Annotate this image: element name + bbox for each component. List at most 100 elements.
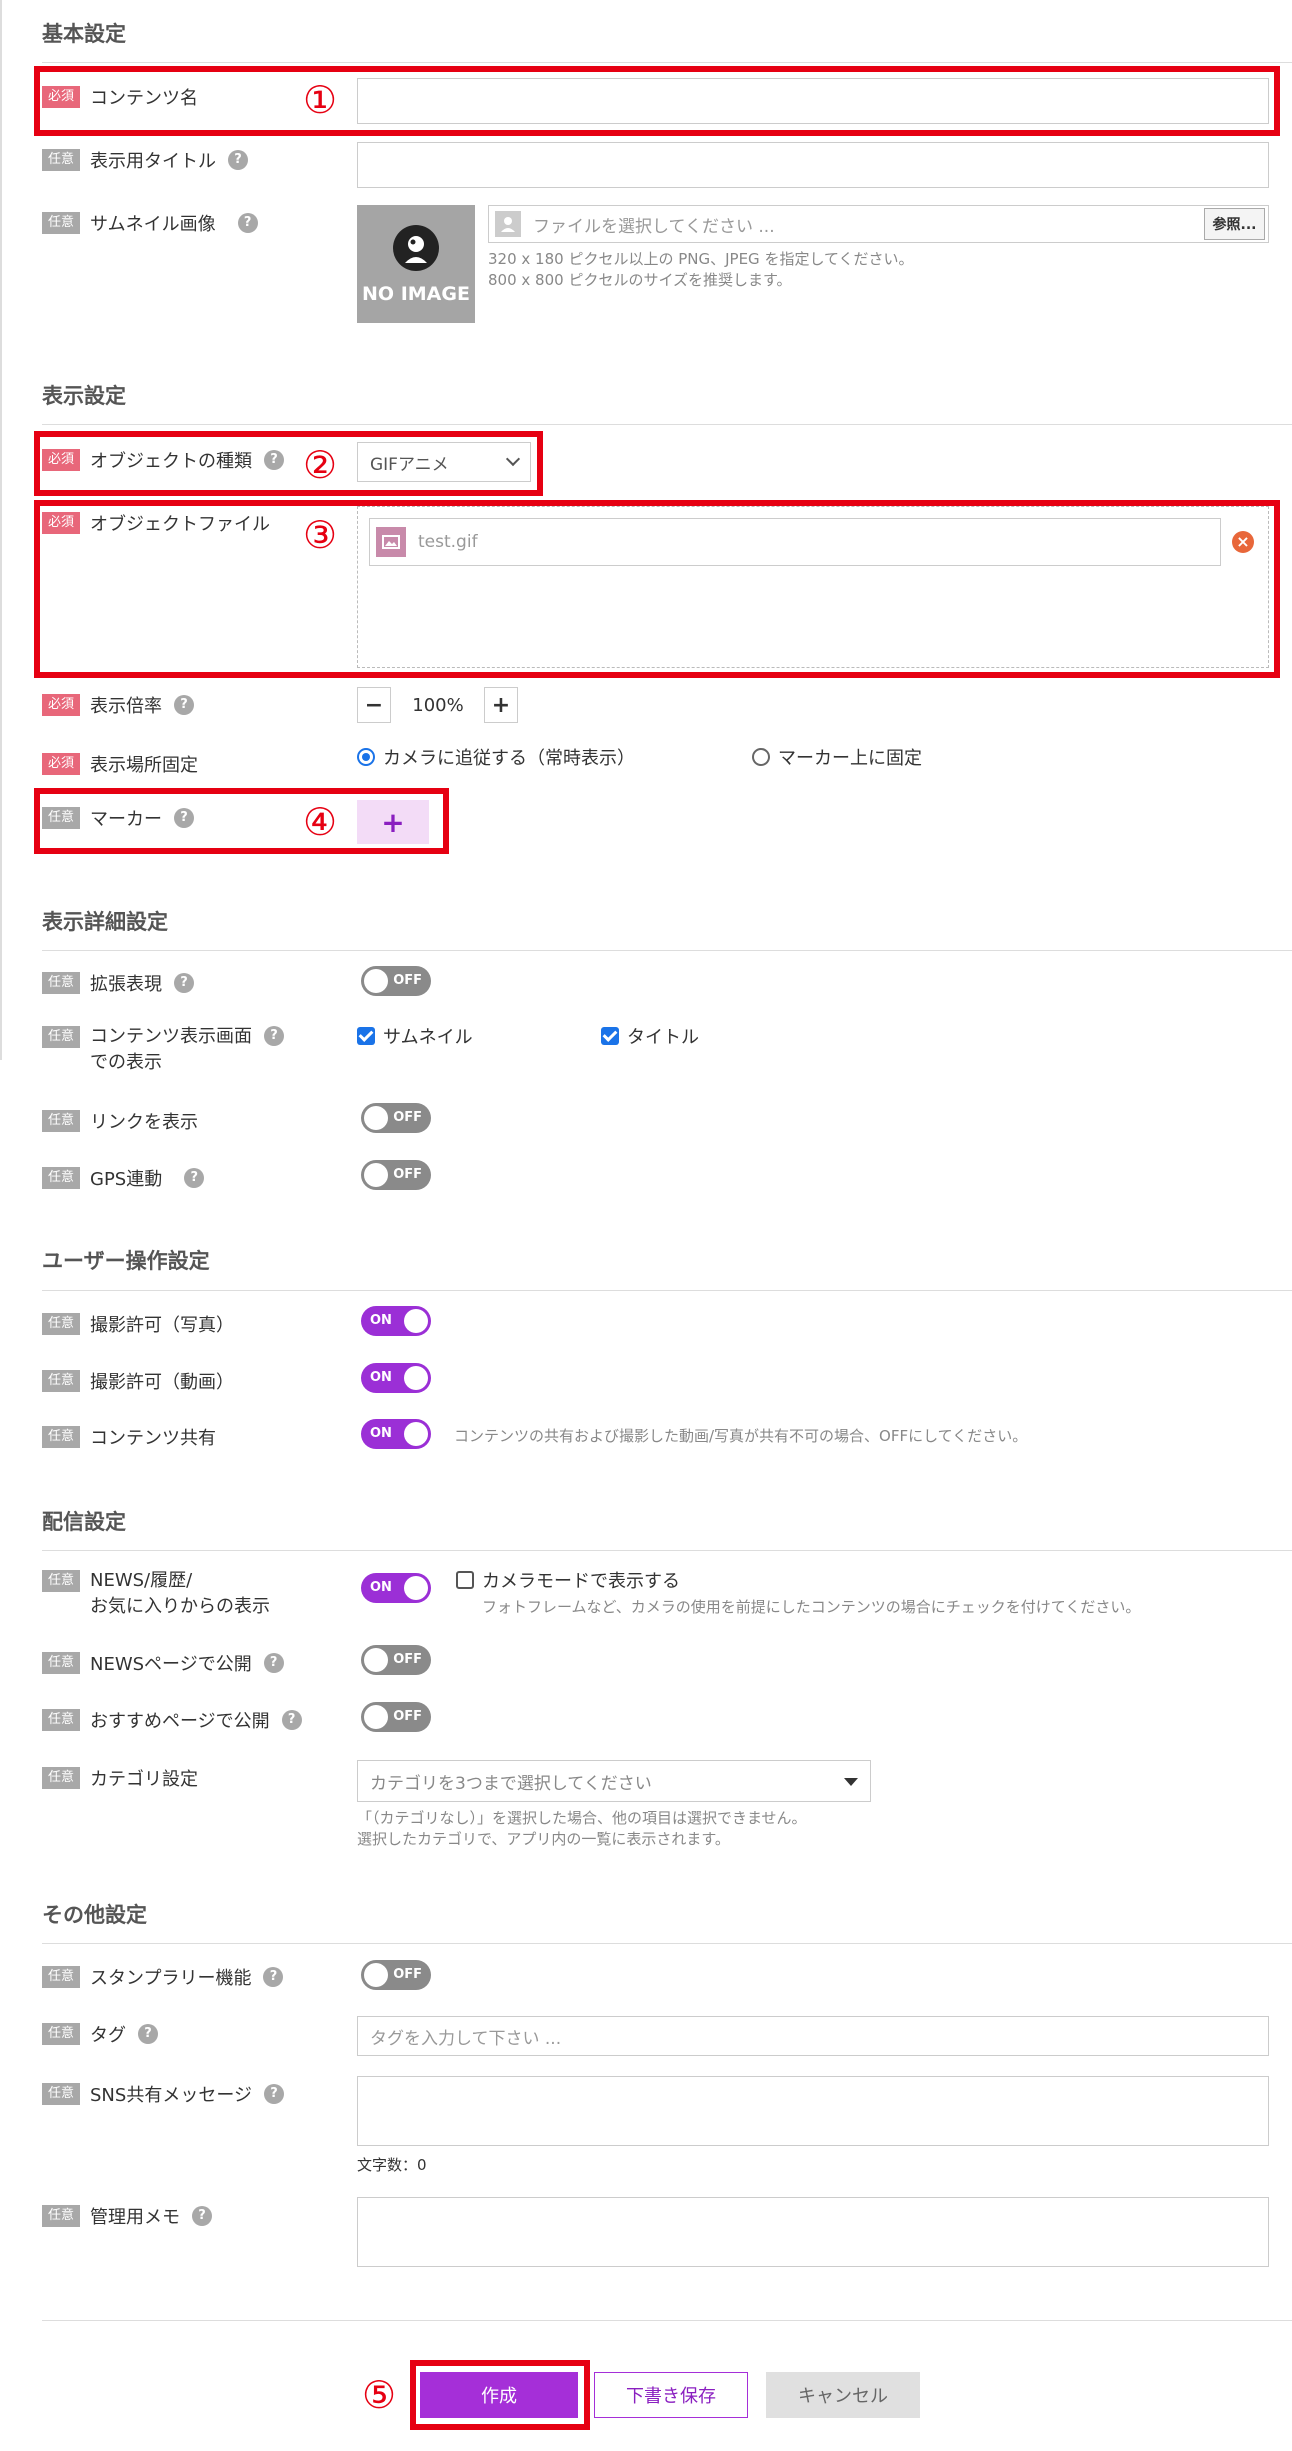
- help-icon[interactable]: ?: [263, 1653, 284, 1673]
- news-page-label: NEWSページで公開: [90, 1654, 252, 1675]
- optional-badge: 任意: [42, 972, 80, 994]
- tag-input[interactable]: タグを入力して下さい ...: [357, 2016, 1269, 2056]
- field-label-category: 任意 カテゴリ設定: [42, 1765, 198, 1791]
- gps-toggle[interactable]: OFF: [361, 1160, 431, 1190]
- no-image-text: NO IMAGE: [362, 283, 470, 305]
- scale-minus-button[interactable]: −: [357, 687, 391, 723]
- location-option-label: マーカー上に固定: [778, 748, 922, 769]
- display-title-label: 表示用タイトル: [90, 151, 216, 172]
- category-select[interactable]: カテゴリを3つまで選択してください: [357, 1760, 871, 1802]
- help-icon[interactable]: ?: [192, 2206, 212, 2226]
- annotation-number-5: ⑤: [362, 2373, 397, 2417]
- scale-plus-button[interactable]: +: [484, 687, 518, 723]
- annotation-box-5: [410, 2360, 590, 2430]
- annotation-box-2: [34, 431, 543, 496]
- field-label-gps: 任意 GPS連動 ?: [42, 1165, 205, 1191]
- category-hint-2: 選択したカテゴリで、アプリ内の一覧に表示されます。: [357, 1830, 730, 1848]
- required-badge: 必須: [42, 753, 80, 775]
- help-icon[interactable]: ?: [263, 2084, 284, 2104]
- save-draft-button[interactable]: 下書き保存: [594, 2372, 748, 2418]
- field-label-link: 任意 リンクを表示: [42, 1108, 198, 1134]
- thumbnail-label: サムネイル画像: [90, 214, 216, 235]
- camera-mode-hint: フォトフレームなど、カメラの使用を前提にしたコンテンツの場合にチェックを付けてく…: [482, 1598, 1141, 1616]
- annotation-box-1: [34, 66, 1280, 136]
- thumbnail-check-label: サムネイル: [383, 1027, 473, 1048]
- sns-message-textarea[interactable]: [357, 2076, 1269, 2146]
- radio-unselected: [752, 748, 770, 766]
- news-page-toggle[interactable]: OFF: [361, 1645, 431, 1675]
- help-icon[interactable]: ?: [264, 1026, 284, 1046]
- extended-toggle[interactable]: OFF: [361, 966, 431, 996]
- help-icon[interactable]: ?: [174, 973, 194, 993]
- camera-mode-label: カメラモードで表示する: [482, 1571, 680, 1592]
- optional-badge: 任意: [42, 1110, 80, 1132]
- thumbnail-hint-2: 800 x 800 ピクセルのサイズを推奨します。: [488, 271, 792, 289]
- optional-badge: 任意: [42, 1167, 80, 1189]
- recommend-label: おすすめページで公開: [90, 1711, 270, 1732]
- divider: [42, 1550, 1292, 1551]
- field-label-location: 必須 表示場所固定: [42, 751, 198, 777]
- char-count: 文字数：0: [357, 2156, 427, 2174]
- title-checkbox[interactable]: タイトル: [601, 1023, 699, 1049]
- optional-badge: 任意: [42, 2205, 80, 2227]
- title-check-label: タイトル: [627, 1027, 699, 1048]
- display-title-input[interactable]: [357, 142, 1269, 188]
- field-label-news-page: 任意 NEWSページで公開 ?: [42, 1650, 284, 1676]
- thumbnail-preview: NO IMAGE: [357, 205, 475, 323]
- required-badge: 必須: [42, 694, 80, 716]
- field-label-stamp: 任意 スタンプラリー機能 ?: [42, 1964, 284, 1990]
- browse-button[interactable]: 参照...: [1204, 208, 1265, 240]
- photo-label: 撮影許可（写真）: [90, 1315, 234, 1336]
- field-label-scale: 必須 表示倍率 ?: [42, 692, 194, 718]
- section-title-other: その他設定: [42, 1903, 147, 1927]
- annotation-number-2: ②: [303, 443, 338, 487]
- video-label: 撮影許可（動画）: [90, 1372, 234, 1393]
- help-icon[interactable]: ?: [138, 2024, 158, 2044]
- optional-badge: 任意: [42, 2023, 80, 2045]
- thumbnail-file-field[interactable]: ファイルを選択してください ...: [488, 205, 1269, 243]
- no-image-icon: [393, 225, 439, 271]
- field-label-photo: 任意 撮影許可（写真）: [42, 1311, 234, 1337]
- cancel-button[interactable]: キャンセル: [766, 2372, 920, 2418]
- share-toggle[interactable]: ON: [361, 1419, 431, 1449]
- checkbox-checked: [357, 1027, 375, 1045]
- field-label-recommend: 任意 おすすめページで公開 ?: [42, 1707, 302, 1733]
- stamp-toggle[interactable]: OFF: [361, 1960, 431, 1990]
- memo-textarea[interactable]: [357, 2197, 1269, 2267]
- caret-down-icon: [844, 1778, 858, 1786]
- file-placeholder: ファイルを選択してください ...: [533, 216, 775, 237]
- photo-toggle[interactable]: ON: [361, 1306, 431, 1336]
- location-label: 表示場所固定: [90, 755, 198, 776]
- link-toggle[interactable]: OFF: [361, 1103, 431, 1133]
- page-left-border: [0, 0, 2, 1060]
- thumbnail-checkbox[interactable]: サムネイル: [357, 1023, 473, 1049]
- help-icon[interactable]: ?: [228, 150, 248, 170]
- optional-badge: 任意: [42, 1966, 80, 1988]
- field-label-sns: 任意 SNS共有メッセージ ?: [42, 2081, 284, 2107]
- optional-badge: 任意: [42, 1313, 80, 1335]
- help-icon[interactable]: ?: [184, 1168, 205, 1188]
- help-icon[interactable]: ?: [174, 695, 194, 715]
- section-title-user-ops: ユーザー操作設定: [42, 1249, 210, 1273]
- help-icon[interactable]: ?: [237, 213, 258, 233]
- field-label-content-screen: 任意 コンテンツ表示画面 での表示 ?: [42, 1024, 284, 1076]
- optional-badge: 任意: [42, 1652, 80, 1674]
- recommend-toggle[interactable]: OFF: [361, 1702, 431, 1732]
- divider: [42, 62, 1292, 63]
- video-toggle[interactable]: ON: [361, 1363, 431, 1393]
- camera-mode-checkbox[interactable]: カメラモードで表示する: [456, 1567, 680, 1593]
- optional-badge: 任意: [42, 1026, 80, 1048]
- location-option-marker[interactable]: マーカー上に固定: [752, 744, 922, 770]
- location-option-follow-camera[interactable]: カメラに追従する（常時表示）: [357, 744, 635, 770]
- annotation-box-3: [34, 500, 1280, 678]
- help-icon[interactable]: ?: [281, 1710, 302, 1730]
- help-icon[interactable]: ?: [263, 1967, 284, 1987]
- field-label-tag: 任意 タグ ?: [42, 2021, 158, 2047]
- tag-label: タグ: [90, 2025, 126, 2046]
- section-title-basic: 基本設定: [42, 22, 126, 46]
- annotation-box-4: [34, 788, 449, 854]
- news-toggle[interactable]: ON: [361, 1573, 431, 1603]
- optional-badge: 任意: [42, 149, 80, 171]
- optional-badge: 任意: [42, 1709, 80, 1731]
- divider: [42, 1943, 1292, 1944]
